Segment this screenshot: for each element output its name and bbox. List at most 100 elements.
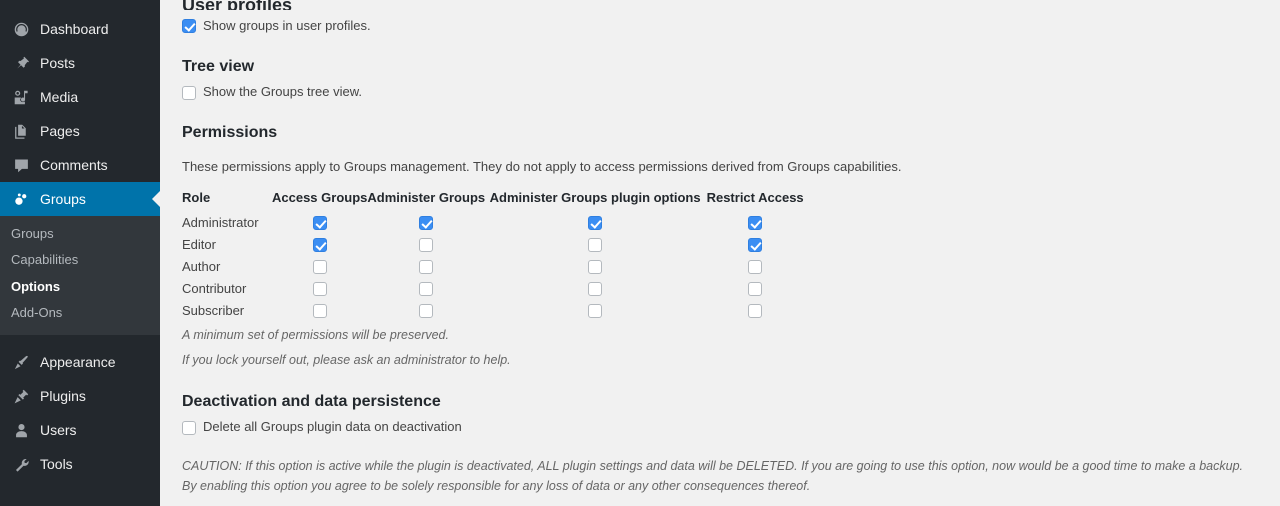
- permission-checkbox-editor-restrict-access[interactable]: [748, 238, 763, 253]
- sidebar-secondary-menu: Appearance Plugins Users Tools: [0, 345, 160, 481]
- sidebar-item-label: Dashboard: [40, 21, 109, 37]
- permission-checkbox-subscriber-access-groups[interactable]: [312, 304, 327, 319]
- permission-checkbox-subscriber-administer-groups-plugin-options[interactable]: [588, 304, 603, 319]
- delete-plugin-data-checkbox[interactable]: [182, 420, 196, 435]
- submenu-item-groups[interactable]: Groups: [0, 221, 160, 247]
- paintbrush-icon: [11, 352, 31, 372]
- sidebar-top-gap: [0, 0, 160, 12]
- user-icon: [11, 420, 31, 440]
- sidebar-item-label: Appearance: [40, 354, 116, 371]
- permission-cell: [367, 299, 485, 321]
- table-row: Contributor: [182, 277, 805, 299]
- comment-icon: [11, 155, 31, 175]
- permissions-col-header: Access Groups: [272, 190, 368, 206]
- permission-checkbox-administrator-administer-groups[interactable]: [419, 216, 434, 231]
- sidebar-item-dashboard[interactable]: Dashboard: [0, 12, 160, 46]
- permission-cell: [485, 233, 705, 255]
- sidebar-item-users[interactable]: Users: [0, 413, 160, 447]
- permission-checkbox-subscriber-administer-groups[interactable]: [419, 304, 434, 319]
- permission-checkbox-contributor-access-groups[interactable]: [312, 282, 327, 297]
- permissions-description: These permissions apply to Groups manage…: [182, 159, 902, 175]
- sidebar-item-media[interactable]: Media: [0, 80, 160, 114]
- sidebar-item-groups[interactable]: Groups: [0, 182, 160, 216]
- sidebar-item-pages[interactable]: Pages: [0, 114, 160, 148]
- delete-plugin-data-label: Delete all Groups plugin data on deactiv…: [203, 419, 462, 435]
- sidebar-primary-menu: Dashboard Posts Media Pages Comments Groups: [0, 12, 160, 216]
- show-tree-view-label: Show the Groups tree view.: [203, 84, 362, 100]
- permission-cell: [705, 211, 805, 233]
- role-name-cell: Administrator: [182, 214, 259, 230]
- media-icon: [11, 87, 31, 107]
- permission-checkbox-administrator-access-groups[interactable]: [312, 216, 327, 231]
- role-name-cell: Editor: [182, 236, 216, 252]
- show-tree-view-checkbox[interactable]: [182, 85, 196, 100]
- permission-checkbox-administrator-administer-groups-plugin-options[interactable]: [588, 216, 603, 231]
- deactivation-caution-text: CAUTION: If this option is active while …: [182, 459, 1244, 494]
- submenu-item-capabilities[interactable]: Capabilities: [0, 247, 160, 273]
- groups-icon: [11, 189, 31, 209]
- permission-checkbox-author-restrict-access[interactable]: [748, 260, 763, 275]
- table-row: Editor: [182, 233, 805, 255]
- show-groups-in-profiles-label: Show groups in user profiles.: [203, 18, 371, 33]
- permissions-table-header-row: Role Access Groups Administer Groups Admini…: [182, 190, 805, 211]
- show-groups-in-profiles-row[interactable]: Show groups in user profiles.: [182, 18, 1258, 35]
- permissions-col-header: Restrict Access: [706, 190, 804, 206]
- permission-checkbox-administrator-restrict-access[interactable]: [748, 216, 763, 231]
- permission-cell: [367, 233, 485, 255]
- role-name-cell: Subscriber: [182, 302, 245, 318]
- permissions-notes: A minimum set of permissions will be pre…: [182, 326, 1258, 370]
- sidebar-item-comments[interactable]: Comments: [0, 148, 160, 182]
- sidebar-item-label: Plugins: [40, 388, 86, 405]
- options-content-area: User profiles Show groups in user profil…: [160, 0, 1280, 506]
- permission-checkbox-editor-access-groups[interactable]: [312, 238, 327, 253]
- permissions-col-header: Role: [182, 190, 211, 206]
- plug-icon: [11, 386, 31, 406]
- permission-cell: [485, 299, 705, 321]
- permission-checkbox-contributor-administer-groups-plugin-options[interactable]: [588, 282, 603, 297]
- delete-data-row[interactable]: Delete all Groups plugin data on deactiv…: [182, 419, 1258, 436]
- permission-cell: [272, 211, 367, 233]
- pages-icon: [11, 121, 31, 141]
- role-name-cell: Author: [182, 258, 221, 274]
- permission-checkbox-contributor-restrict-access[interactable]: [748, 282, 763, 297]
- role-name-cell: Contributor: [182, 280, 247, 296]
- permission-cell: [272, 255, 367, 277]
- permissions-note: A minimum set of permissions will be pre…: [182, 328, 449, 343]
- sidebar-submenu-groups: Groups Capabilities Options Add-Ons: [0, 216, 160, 336]
- permission-checkbox-author-administer-groups[interactable]: [419, 260, 434, 275]
- permissions-note: If you lock yourself out, please ask an …: [182, 352, 511, 367]
- show-groups-in-profiles-checkbox[interactable]: [182, 19, 196, 34]
- admin-sidebar: Dashboard Posts Media Pages Comments Groups G…: [0, 0, 160, 506]
- permission-checkbox-author-access-groups[interactable]: [312, 260, 327, 275]
- sidebar-item-posts[interactable]: Posts: [0, 46, 160, 80]
- tree-view-row[interactable]: Show the Groups tree view.: [182, 84, 1258, 101]
- permissions-table-body: Administrator Editor Author Contributor Subs…: [182, 211, 805, 321]
- sidebar-separator: [0, 335, 160, 346]
- permission-checkbox-contributor-administer-groups[interactable]: [419, 282, 434, 297]
- sidebar-item-label: Pages: [40, 123, 80, 139]
- sidebar-item-plugins[interactable]: Plugins: [0, 379, 160, 413]
- tree-view-heading: Tree view: [182, 57, 255, 75]
- dashboard-icon: [11, 19, 31, 39]
- permission-checkbox-subscriber-restrict-access[interactable]: [748, 304, 763, 319]
- permission-cell: [272, 277, 367, 299]
- submenu-item-options[interactable]: Options: [0, 274, 160, 300]
- sidebar-item-tools[interactable]: Tools: [0, 447, 160, 481]
- permissions-col-header: Administer Groups: [367, 190, 486, 206]
- submenu-item-add-ons[interactable]: Add-Ons: [0, 300, 160, 326]
- permission-checkbox-editor-administer-groups[interactable]: [419, 238, 434, 253]
- table-row: Subscriber: [182, 299, 805, 321]
- permission-cell: [367, 277, 485, 299]
- permissions-heading: Permissions: [182, 123, 278, 141]
- permission-checkbox-author-administer-groups-plugin-options[interactable]: [588, 260, 603, 275]
- sidebar-item-label: Groups: [40, 191, 86, 207]
- wrench-icon: [11, 454, 31, 474]
- permission-cell: [485, 277, 705, 299]
- sidebar-item-appearance[interactable]: Appearance: [0, 345, 160, 379]
- permission-cell: [705, 255, 805, 277]
- permission-cell: [367, 211, 485, 233]
- permission-checkbox-editor-administer-groups-plugin-options[interactable]: [588, 238, 603, 253]
- permission-cell: [485, 255, 705, 277]
- permission-cell: [272, 233, 367, 255]
- sidebar-item-label: Tools: [40, 456, 73, 473]
